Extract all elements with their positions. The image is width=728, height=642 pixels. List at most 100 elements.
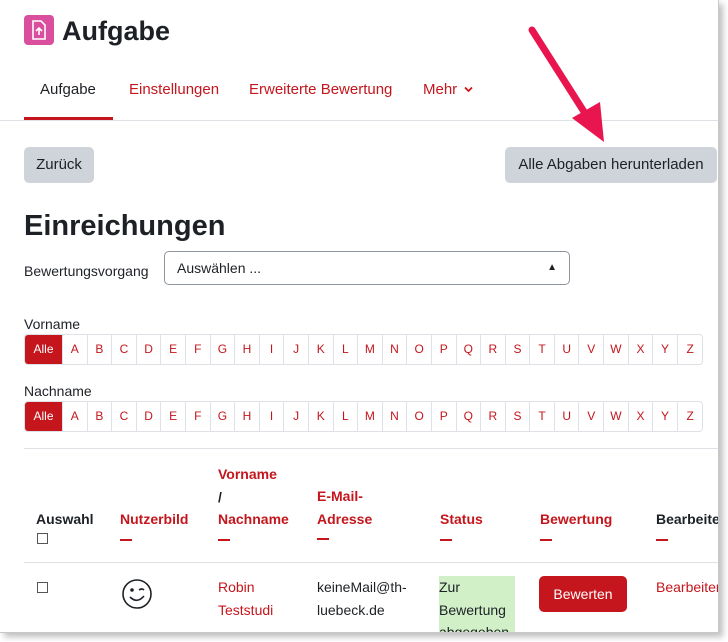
firstname-filter-t[interactable]: T	[530, 335, 555, 364]
firstname-filter-c[interactable]: C	[112, 335, 137, 364]
page-title: Aufgabe	[62, 16, 170, 46]
lastname-filter-q[interactable]: Q	[457, 402, 482, 431]
sort-dash-icon	[540, 538, 552, 541]
tab-mehr[interactable]: Mehr	[423, 76, 473, 120]
tab-mehr-label: Mehr	[423, 81, 458, 98]
firstname-filter-q[interactable]: Q	[457, 335, 482, 364]
back-button[interactable]: Zurück	[24, 147, 94, 183]
lastname-filter-all[interactable]: Alle	[25, 402, 63, 431]
sort-dash-icon	[656, 538, 668, 541]
lastname-filter-x[interactable]: X	[629, 402, 654, 431]
firstname-filter-u[interactable]: U	[555, 335, 580, 364]
firstname-filter-y[interactable]: Y	[653, 335, 678, 364]
lastname-filter-t[interactable]: T	[530, 402, 555, 431]
lastname-filter-i[interactable]: I	[260, 402, 285, 431]
section-title: Einreichungen	[24, 210, 226, 242]
firstname-filter-e[interactable]: E	[161, 335, 186, 364]
grading-action-select[interactable]: Auswählen ... ▲	[164, 251, 570, 285]
firstname-filter-j[interactable]: J	[284, 335, 309, 364]
header-name-separator: /	[218, 488, 222, 505]
lastname-filter-l[interactable]: L	[334, 402, 359, 431]
firstname-filter-k[interactable]: K	[309, 335, 334, 364]
firstname-filter-w[interactable]: W	[604, 335, 629, 364]
tab-erweiterte-bewertung[interactable]: Erweiterte Bewertung	[249, 76, 392, 120]
tab-einstellungen[interactable]: Einstellungen	[129, 76, 219, 120]
header-select: Auswahl	[36, 508, 94, 531]
sort-dash-icon	[440, 538, 452, 541]
row-status-line1: Zur	[439, 579, 460, 595]
firstname-filter-f[interactable]: F	[186, 335, 211, 364]
row-email-line2: luebeck.de	[317, 601, 385, 618]
firstname-filter-b[interactable]: B	[88, 335, 113, 364]
assignment-upload-icon	[24, 15, 54, 45]
header-select-label: Auswahl	[36, 511, 94, 527]
header-email[interactable]: E-Mail- Adresse	[317, 485, 372, 540]
lastname-filter-d[interactable]: D	[137, 402, 162, 431]
firstname-filter-p[interactable]: P	[432, 335, 457, 364]
select-all-checkbox[interactable]	[37, 533, 48, 544]
lastname-filter-c[interactable]: C	[112, 402, 137, 431]
tab-aufgabe[interactable]: Aufgabe	[24, 76, 113, 120]
firstname-filter-v[interactable]: V	[579, 335, 605, 364]
firstname-filter-x[interactable]: X	[629, 335, 654, 364]
header-lastname[interactable]: Nachname	[218, 511, 289, 527]
firstname-filter-o[interactable]: O	[407, 335, 432, 364]
firstname-filter-m[interactable]: M	[358, 335, 383, 364]
row-firstname: Robin	[218, 579, 255, 595]
lastname-filter-s[interactable]: S	[506, 402, 531, 431]
lastname-filter-y[interactable]: Y	[653, 402, 678, 431]
firstname-filter-z[interactable]: Z	[678, 335, 703, 364]
firstname-filter-r[interactable]: R	[481, 335, 506, 364]
firstname-filter-g[interactable]: G	[211, 335, 236, 364]
lastname-filter-r[interactable]: R	[481, 402, 506, 431]
sort-dash-icon	[120, 538, 132, 541]
lastname-initials-bar: Alle A B C D E F G H I J K L M N O P Q R S T U V W X Y Z	[24, 401, 704, 432]
lastname-filter-p[interactable]: P	[432, 402, 457, 431]
grading-action-label: Bewertungsvorgang	[24, 263, 149, 279]
lastname-filter-n[interactable]: N	[383, 402, 408, 431]
grading-action-value: Auswählen ...	[177, 260, 262, 276]
firstname-filter-h[interactable]: H	[235, 335, 260, 364]
lastname-filter-k[interactable]: K	[309, 402, 334, 431]
header-picture-label: Nutzerbild	[120, 511, 189, 527]
header-edit-label: Bearbeiten	[656, 511, 718, 527]
download-all-button[interactable]: Alle Abgaben herunterladen	[505, 147, 717, 183]
grade-button[interactable]: Bewerten	[539, 576, 627, 612]
row-user-name[interactable]: Robin Teststudi	[218, 576, 273, 621]
sort-dash-icon	[317, 538, 329, 540]
firstname-filter-d[interactable]: D	[137, 335, 162, 364]
header-status[interactable]: Status	[440, 508, 483, 541]
header-name[interactable]: Vorname / Nachname	[218, 463, 289, 541]
header-grade[interactable]: Bewertung	[540, 508, 612, 541]
row-select-checkbox[interactable]	[37, 582, 48, 593]
firstname-filter-a[interactable]: A	[63, 335, 88, 364]
lastname-filter-label: Nachname	[24, 383, 92, 399]
lastname-filter-f[interactable]: F	[186, 402, 211, 431]
row-status-badge: Zur Bewertung abgegeben	[439, 576, 515, 632]
lastname-filter-b[interactable]: B	[88, 402, 113, 431]
header-email-line1: E-Mail-	[317, 488, 363, 504]
chevron-down-icon	[464, 86, 473, 93]
lastname-filter-w[interactable]: W	[604, 402, 629, 431]
header-firstname[interactable]: Vorname	[218, 466, 277, 482]
lastname-filter-e[interactable]: E	[161, 402, 186, 431]
select-caret-icon: ▲	[547, 262, 557, 273]
firstname-filter-n[interactable]: N	[383, 335, 408, 364]
firstname-filter-all[interactable]: Alle	[25, 335, 63, 364]
header-grade-label: Bewertung	[540, 511, 613, 527]
header-divider	[24, 562, 718, 563]
lastname-filter-j[interactable]: J	[284, 402, 309, 431]
lastname-filter-z[interactable]: Z	[678, 402, 703, 431]
lastname-filter-g[interactable]: G	[211, 402, 236, 431]
lastname-filter-v[interactable]: V	[579, 402, 605, 431]
header-picture[interactable]: Nutzerbild	[120, 508, 188, 541]
lastname-filter-o[interactable]: O	[407, 402, 432, 431]
lastname-filter-m[interactable]: M	[358, 402, 383, 431]
firstname-filter-s[interactable]: S	[506, 335, 531, 364]
lastname-filter-a[interactable]: A	[63, 402, 88, 431]
firstname-filter-l[interactable]: L	[334, 335, 359, 364]
row-edit-link[interactable]: Bearbeiten	[656, 576, 718, 599]
lastname-filter-u[interactable]: U	[555, 402, 580, 431]
firstname-filter-i[interactable]: I	[260, 335, 285, 364]
lastname-filter-h[interactable]: H	[235, 402, 260, 431]
